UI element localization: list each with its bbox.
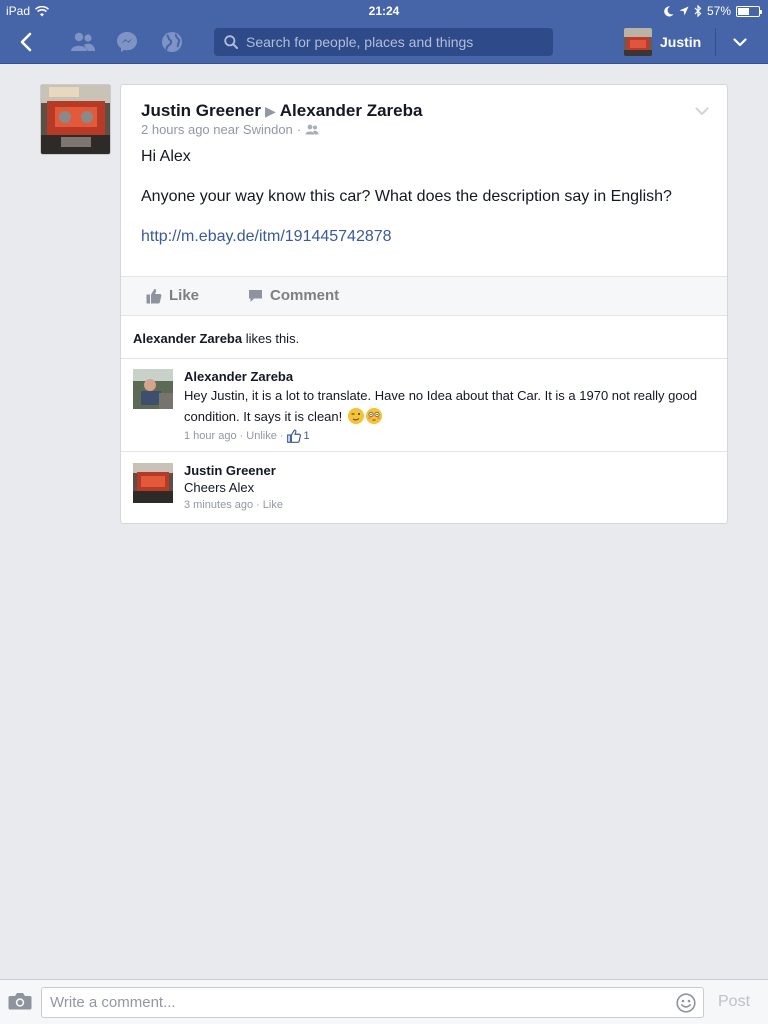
battery-level [738, 7, 749, 15]
comment-avatar[interactable] [133, 463, 173, 503]
comment-time[interactable]: 3 minutes ago [184, 499, 253, 511]
profile-button[interactable]: Justin [624, 27, 701, 57]
like-label: Like [169, 287, 200, 304]
like-comment-link[interactable]: Like [263, 499, 283, 511]
post-body: Hi Alex Anyone your way know this car? W… [141, 147, 701, 247]
status-time: 21:24 [368, 4, 400, 18]
post-text-greeting: Hi Alex [141, 148, 191, 165]
arrow-right-icon: ▶ [265, 103, 276, 119]
thumbs-up-icon [146, 288, 162, 303]
profile-name: Justin [660, 34, 702, 50]
avatar [624, 28, 652, 56]
emoji-picker-button[interactable] [676, 993, 696, 1018]
notifications-button[interactable] [158, 28, 186, 56]
divider [121, 451, 727, 452]
menu-dropdown-button[interactable] [726, 28, 754, 56]
status-bar: iPad 21:24 57% [0, 0, 768, 20]
back-button[interactable] [12, 28, 40, 56]
comment-content: Justin Greener Cheers Alex 3 minutes ago… [184, 463, 714, 511]
likes-summary: Alexander Zareba likes this. [133, 331, 299, 346]
like-button[interactable]: Like [146, 287, 199, 304]
meta-separator: · [279, 430, 284, 442]
post-target-name[interactable]: Alexander Zareba [280, 101, 423, 120]
post-author-avatar[interactable] [40, 84, 111, 155]
bluetooth-icon [694, 5, 702, 17]
search-bar[interactable] [214, 28, 553, 56]
smiley-icon [676, 993, 696, 1013]
author-photo [41, 85, 110, 154]
globe-icon [162, 32, 182, 52]
post-card: Justin Greener ▶ Alexander Zareba 2 hours … [120, 84, 728, 524]
unlike-comment-link[interactable]: Unlike [246, 430, 277, 442]
meta-separator: · [239, 430, 244, 442]
nav-divider [715, 28, 716, 56]
comment-content: Alexander Zareba Hey Justin, it is a lot… [184, 369, 714, 443]
comment-text: Cheers Alex [184, 480, 255, 495]
comment-text-body: Hey Justin, it is a lot to translate. Ha… [184, 388, 698, 424]
likes-suffix: likes this. [242, 331, 300, 346]
comment-input[interactable] [41, 987, 704, 1018]
post-link[interactable]: http://m.ebay.de/itm/191445742878 [141, 228, 392, 245]
search-icon [224, 35, 238, 49]
attach-photo-button[interactable] [8, 992, 32, 1015]
post-meta: 2 hours ago near Swindon · [141, 122, 319, 137]
messenger-icon [117, 32, 137, 52]
meta-separator: · [296, 122, 302, 137]
comment-author[interactable]: Alexander Zareba [184, 369, 714, 385]
friend-requests-button[interactable] [69, 28, 97, 56]
chevron-left-icon [20, 32, 32, 52]
profile-photo [624, 28, 652, 56]
location-arrow-icon [679, 6, 689, 16]
moon-icon [664, 5, 674, 16]
friends-audience-icon[interactable] [305, 124, 319, 135]
comment-meta: 3 minutes ago · Like [184, 499, 714, 511]
comment-bubble-icon [249, 289, 262, 302]
divider [121, 358, 727, 359]
post-author-name[interactable]: Justin Greener [141, 101, 261, 120]
post-options-button[interactable] [695, 103, 709, 121]
battery-icon [736, 5, 762, 17]
search-input[interactable] [246, 34, 536, 50]
post-action-bar: Like Comment [121, 276, 727, 316]
thumbs-up-icon[interactable] [286, 429, 301, 443]
battery-percent: 57% [706, 4, 731, 18]
chevron-down-icon [695, 107, 709, 116]
comment-time[interactable]: 1 hour ago [184, 430, 237, 442]
post-timestamp[interactable]: 2 hours ago near Swindon [141, 122, 293, 137]
post-header: Justin Greener ▶ Alexander Zareba [141, 101, 422, 121]
messages-button[interactable] [113, 28, 141, 56]
comment-label: Comment [270, 287, 340, 304]
comment-like-count[interactable]: 1 [304, 430, 310, 442]
chevron-down-icon [733, 37, 747, 46]
comment-text: Hey Justin, it is a lot to translate. Ha… [184, 385, 714, 427]
status-right: 57% [664, 4, 762, 18]
comment-button[interactable]: Comment [248, 287, 339, 304]
commenter-photo [133, 463, 173, 503]
friends-icon [71, 32, 95, 51]
nav-bar: Justin [0, 20, 768, 64]
liker-name[interactable]: Alexander Zareba [133, 331, 242, 346]
comment-composer: Post [0, 979, 768, 1024]
post-text-question: Anyone your way know this car? What does… [141, 188, 672, 205]
comment-author[interactable]: Justin Greener [184, 463, 714, 479]
comment-meta: 1 hour ago · Unlike · 1 [184, 429, 714, 443]
flushed-emoji-icon [365, 408, 382, 424]
meta-separator: · [256, 499, 260, 511]
post-comment-button[interactable]: Post [718, 993, 750, 1011]
commenter-photo [133, 369, 173, 409]
comment-avatar[interactable] [133, 369, 173, 409]
top-bar: iPad 21:24 57% Search for people, places… [0, 0, 768, 64]
wink-emoji-icon [347, 408, 364, 424]
camera-icon [8, 993, 32, 1010]
